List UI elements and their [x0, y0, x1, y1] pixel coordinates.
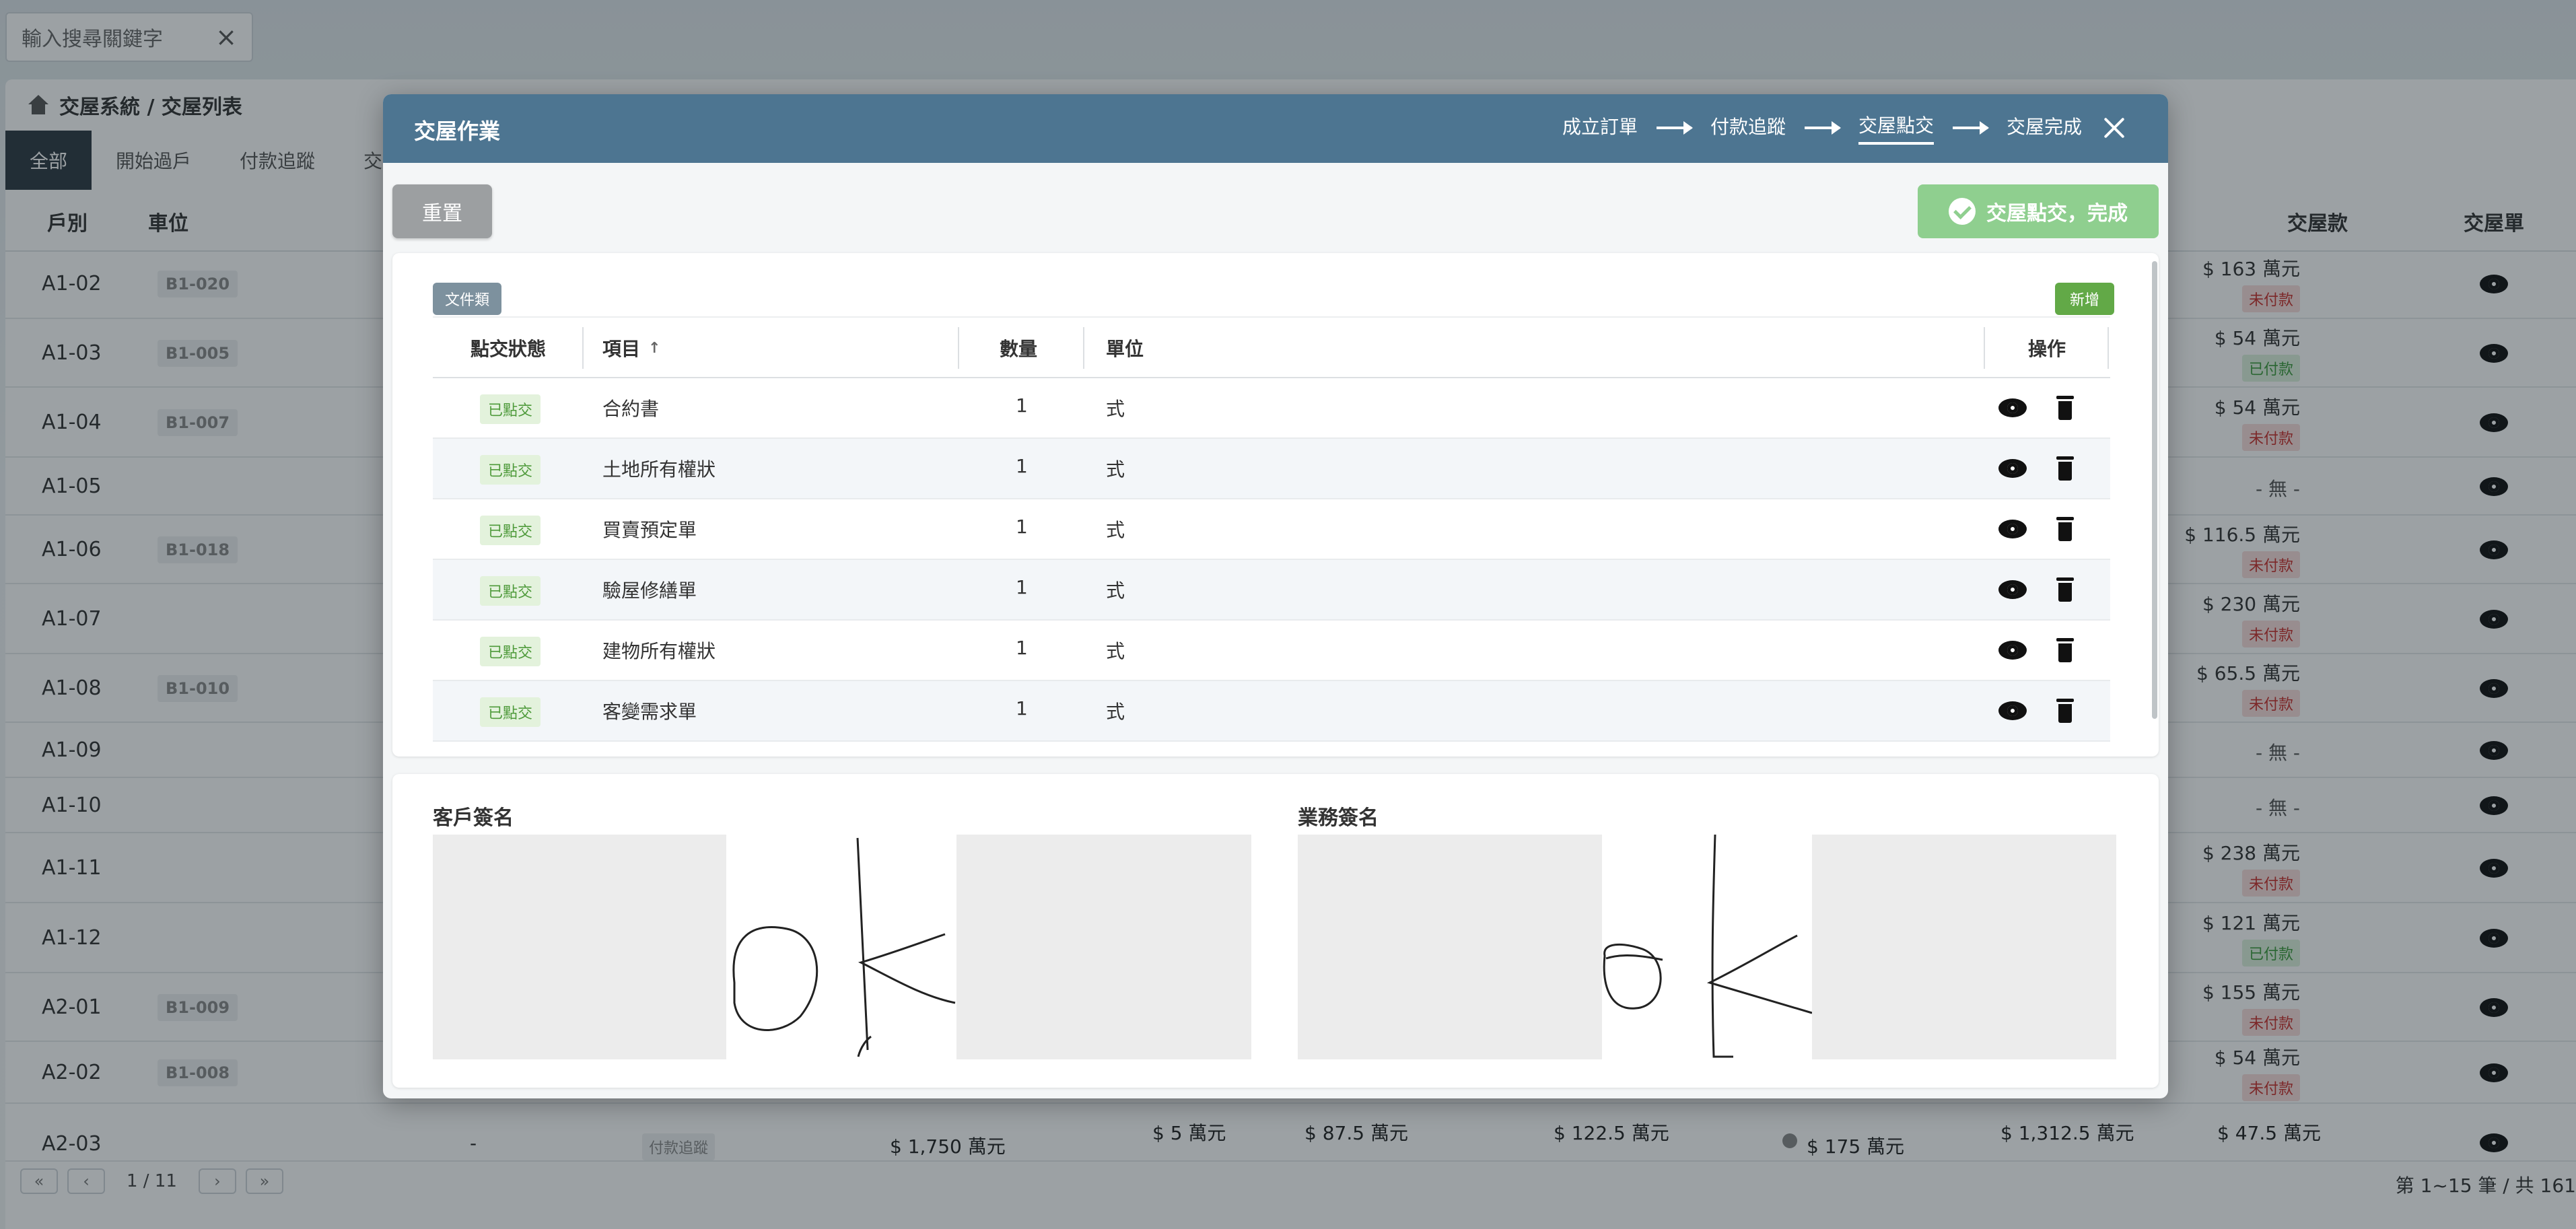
- document-qty: 1: [1016, 576, 1028, 598]
- trash-icon[interactable]: [2056, 396, 2074, 420]
- customer-signature-image: [726, 835, 956, 1059]
- col-status: 點交狀態: [471, 338, 547, 360]
- arrow-right-icon: [1657, 121, 1694, 135]
- step-complete: 交屋完成: [2007, 116, 2083, 138]
- complete-handover-label: 交屋點交，完成: [1986, 202, 2128, 225]
- category-tag: 文件類: [433, 283, 502, 315]
- step-order: 成立訂單: [1562, 116, 1638, 138]
- document-unit: 式: [1106, 580, 1125, 602]
- trash-icon[interactable]: [2056, 699, 2074, 723]
- document-qty: 1: [1016, 455, 1028, 477]
- eye-icon[interactable]: [1998, 459, 2027, 478]
- handover-status-badge: 已點交: [480, 697, 541, 727]
- document-qty: 1: [1016, 697, 1028, 719]
- col-action: 操作: [2028, 338, 2066, 360]
- arrow-right-icon: [1953, 121, 1990, 135]
- complete-handover-button[interactable]: 交屋點交，完成: [1918, 184, 2159, 238]
- signature-panel: 客戶簽名 業務簽名: [392, 774, 2159, 1088]
- document-item: 驗屋修繕單: [602, 580, 697, 602]
- document-unit: 式: [1106, 398, 1125, 420]
- trash-icon[interactable]: [2056, 517, 2074, 541]
- eye-icon[interactable]: [1998, 398, 2027, 417]
- document-table: 點交狀態 項目 ↑ 數量 單位 操作 已點交 合約書 1 式 已點交 土地所有權…: [433, 316, 2110, 742]
- agent-signature-label: 業務簽名: [1298, 806, 1379, 830]
- eye-icon[interactable]: [1998, 580, 2027, 599]
- document-row[interactable]: 已點交 客變需求單 1 式: [433, 681, 2110, 742]
- trash-icon[interactable]: [2056, 456, 2074, 481]
- eye-icon[interactable]: [1998, 701, 2027, 720]
- customer-signature-pad[interactable]: [433, 835, 1251, 1059]
- document-unit: 式: [1106, 640, 1125, 662]
- document-unit: 式: [1106, 519, 1125, 541]
- handover-modal: 交屋作業 成立訂單 付款追蹤 交屋點交 交屋完成 重置 交屋點交，完成 文件類 …: [383, 94, 2168, 1098]
- document-unit: 式: [1106, 701, 1125, 723]
- trash-icon[interactable]: [2056, 638, 2074, 662]
- document-item: 土地所有權狀: [602, 458, 716, 481]
- document-qty: 1: [1016, 637, 1028, 659]
- customer-signature-label: 客戶簽名: [433, 806, 514, 830]
- handover-status-badge: 已點交: [480, 455, 541, 485]
- document-table-body: 已點交 合約書 1 式 已點交 土地所有權狀 1 式 已點交 買賣預定單 1 式…: [433, 378, 2110, 742]
- document-qty: 1: [1016, 516, 1028, 538]
- add-button[interactable]: 新增: [2055, 283, 2115, 315]
- document-qty: 1: [1016, 394, 1028, 417]
- signature-drawing: [1603, 834, 1813, 1058]
- document-item: 建物所有權狀: [602, 640, 716, 662]
- col-qty: 數量: [1000, 338, 1038, 360]
- handover-status-badge: 已點交: [480, 516, 541, 545]
- document-item: 合約書: [602, 398, 660, 420]
- signature-drawing: [732, 837, 956, 1057]
- progress-steps: 成立訂單 付款追蹤 交屋點交 交屋完成: [1562, 111, 2083, 145]
- handover-status-badge: 已點交: [480, 394, 541, 424]
- agent-signature-pad[interactable]: [1298, 834, 2116, 1059]
- document-panel: 文件類 新增 點交狀態 項目 ↑ 數量 單位 操作 已點交 合約書 1 式 已點…: [392, 253, 2159, 757]
- reset-button[interactable]: 重置: [392, 184, 492, 238]
- col-item-label: 項目: [602, 338, 641, 360]
- document-row[interactable]: 已點交 土地所有權狀 1 式: [433, 439, 2110, 499]
- eye-icon[interactable]: [1998, 641, 2027, 660]
- document-item: 買賣預定單: [602, 519, 697, 541]
- check-circle-icon: [1949, 198, 1976, 225]
- step-handover: 交屋點交: [1858, 111, 1935, 145]
- document-row[interactable]: 已點交 買賣預定單 1 式: [433, 499, 2110, 560]
- document-table-header: 點交狀態 項目 ↑ 數量 單位 操作: [433, 316, 2110, 378]
- sort-ascending-icon[interactable]: ↑: [648, 340, 660, 357]
- handover-status-badge: 已點交: [480, 637, 541, 666]
- col-item[interactable]: 項目 ↑: [602, 318, 660, 378]
- arrow-right-icon: [1805, 121, 1842, 135]
- document-row[interactable]: 已點交 合約書 1 式: [433, 378, 2110, 439]
- document-unit: 式: [1106, 458, 1125, 481]
- scrollbar[interactable]: [2152, 261, 2157, 719]
- document-row[interactable]: 已點交 驗屋修繕單 1 式: [433, 560, 2110, 621]
- handover-status-badge: 已點交: [480, 576, 541, 606]
- modal-title: 交屋作業: [414, 118, 501, 144]
- close-icon[interactable]: [2098, 112, 2130, 144]
- agent-signature-image: [1602, 834, 1813, 1059]
- step-payment: 付款追蹤: [1710, 116, 1786, 138]
- document-row[interactable]: 已點交 建物所有權狀 1 式: [433, 621, 2110, 681]
- eye-icon[interactable]: [1998, 520, 2027, 538]
- document-item: 客變需求單: [602, 701, 697, 723]
- col-unit: 單位: [1106, 338, 1144, 360]
- trash-icon[interactable]: [2056, 577, 2074, 602]
- modal-header: 交屋作業 成立訂單 付款追蹤 交屋點交 交屋完成: [383, 94, 2168, 163]
